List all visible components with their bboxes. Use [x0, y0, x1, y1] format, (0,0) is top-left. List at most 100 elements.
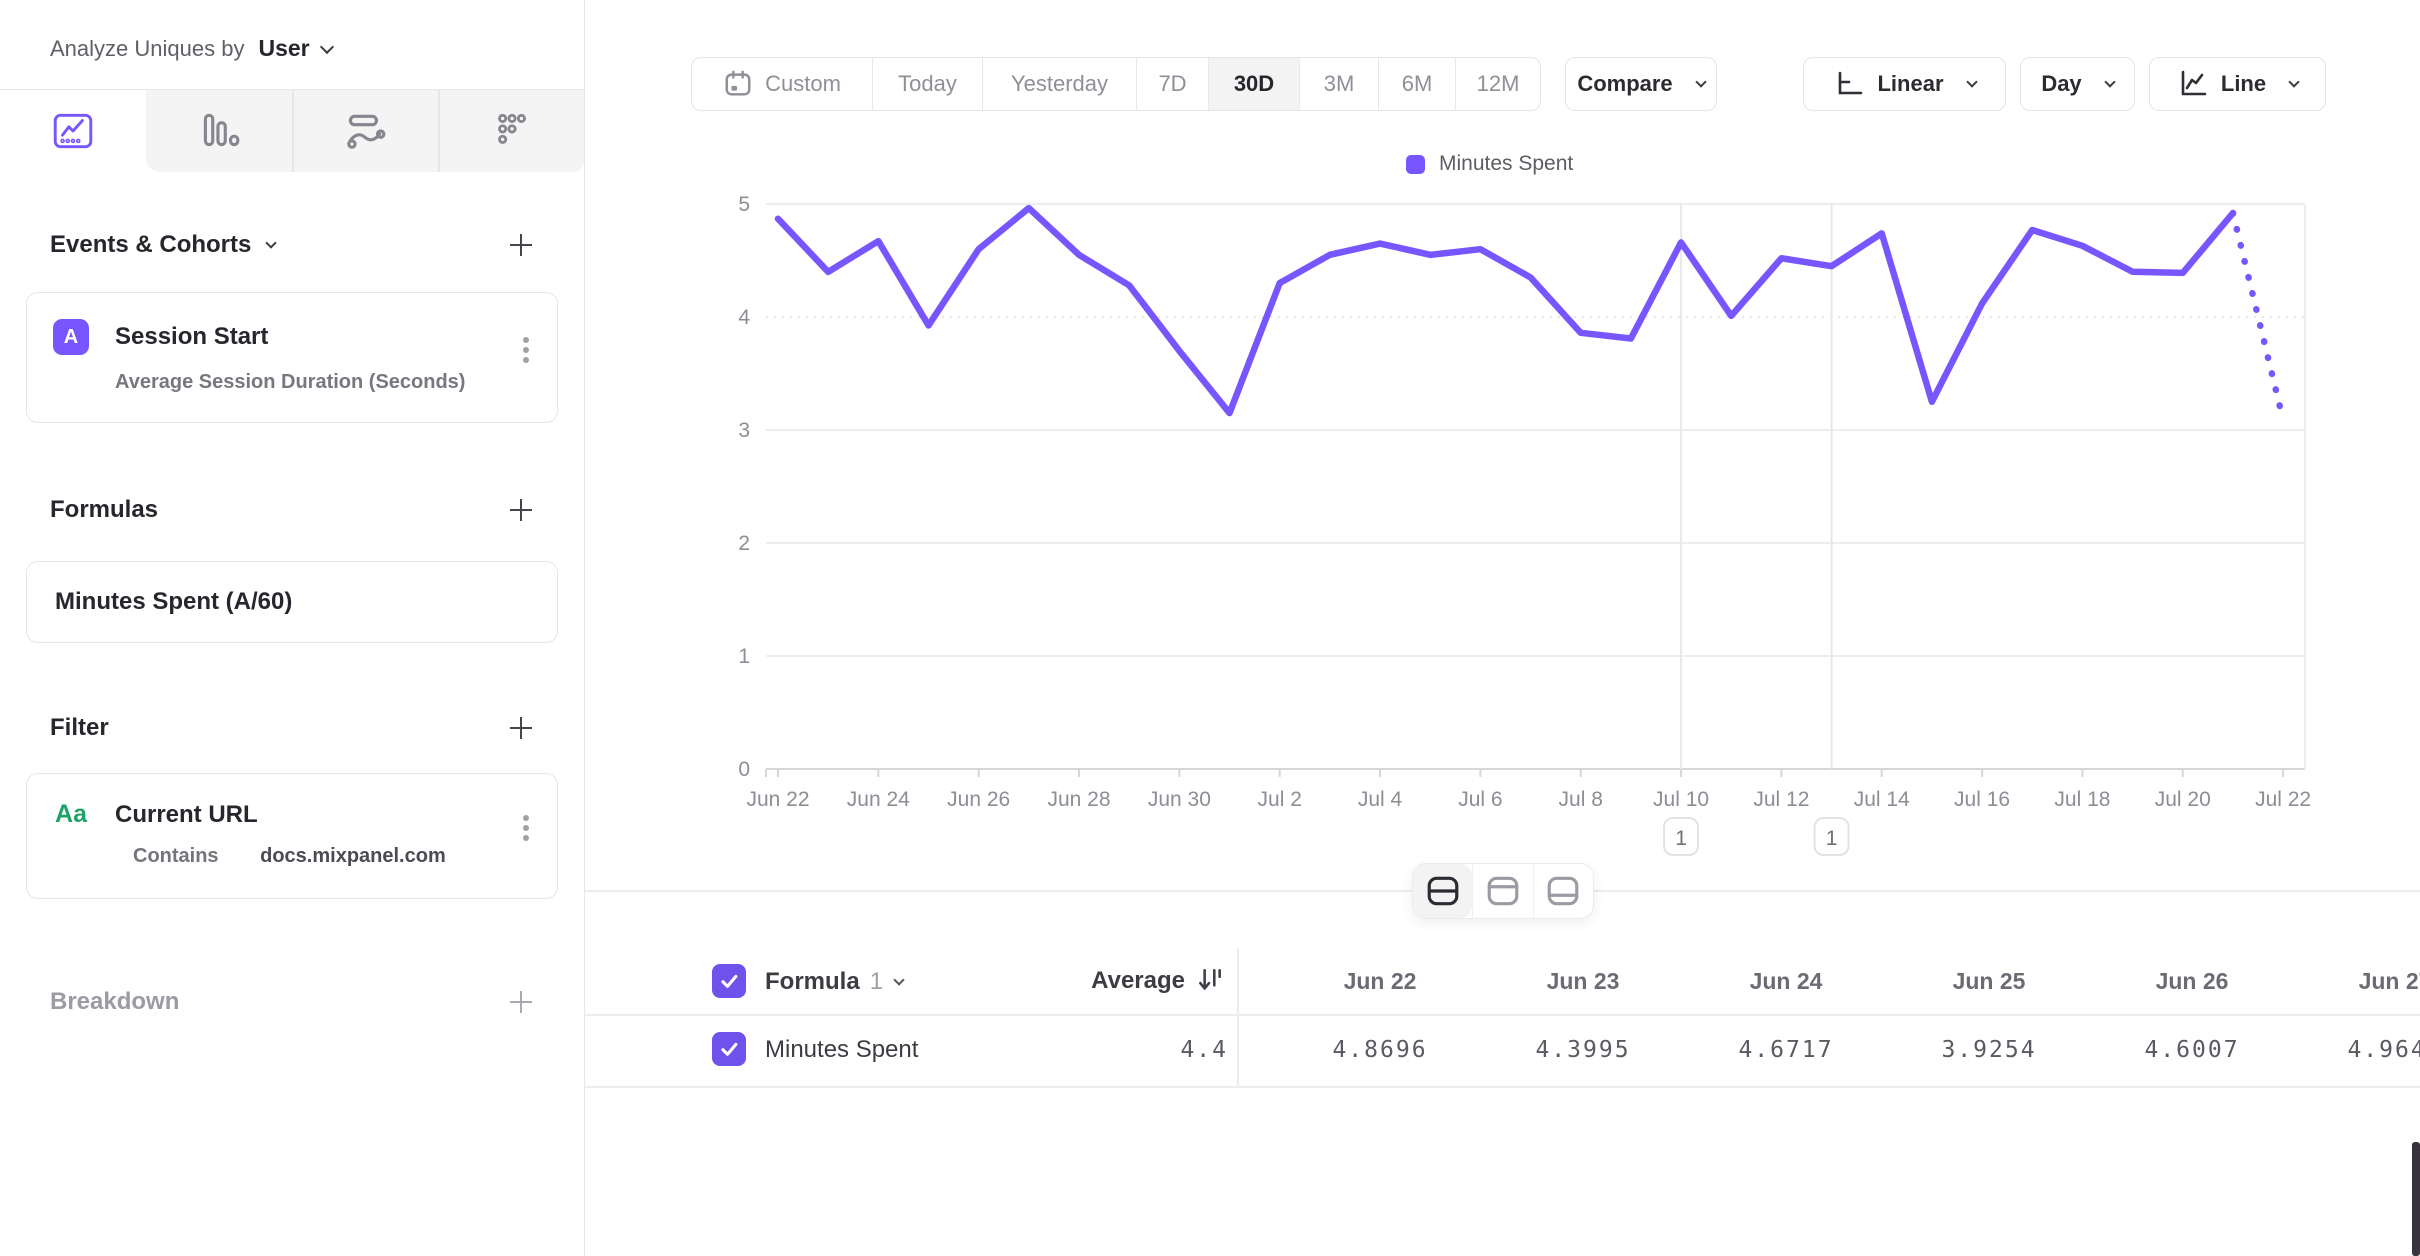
table-column-divider: [1237, 948, 1239, 1086]
x-tick-label: Jul 8: [1559, 788, 1603, 811]
breakdown-title: Breakdown: [50, 988, 179, 1016]
layout-split-button[interactable]: [1413, 864, 1472, 918]
chevron-down-icon[interactable]: [266, 237, 277, 248]
x-tick-label: Jun 28: [1047, 788, 1110, 811]
chart-type-tabstrip: [0, 90, 584, 172]
x-tick-label: Jul 18: [2054, 788, 2110, 811]
events-cohorts-title: Events & Cohorts: [50, 231, 251, 259]
filter-property-name: Current URL: [115, 801, 258, 829]
line-chart-icon: [50, 108, 96, 154]
formula-group-label: Formula: [765, 968, 860, 996]
sort-icon: [1195, 966, 1225, 996]
sidebar: Analyze Uniques by User: [0, 0, 585, 1256]
formulas-title: Formulas: [50, 496, 158, 524]
x-tick-label: Jul 22: [2255, 788, 2311, 811]
top-bar-view-icon: [1485, 875, 1521, 907]
layout-toggle: [1412, 863, 1594, 919]
event-card[interactable]: A Session Start Average Session Duration…: [26, 292, 558, 423]
series-checkbox[interactable]: [712, 1032, 746, 1066]
y-tick-label: 2: [738, 532, 750, 555]
add-formula-button[interactable]: [506, 495, 536, 525]
cell-value: 4.8696: [1295, 1037, 1465, 1063]
x-tick-label: Jul 4: [1358, 788, 1403, 811]
x-tick-label: Jul 20: [2155, 788, 2211, 811]
add-filter-button[interactable]: [506, 713, 536, 743]
event-aggregation[interactable]: Average Session Duration (Seconds): [27, 355, 557, 422]
more-options-icon[interactable]: [523, 815, 529, 821]
analyze-uniques-bar: Analyze Uniques by User: [0, 0, 584, 90]
filter-operator[interactable]: Contains: [133, 845, 219, 867]
formula-group-number: 1: [870, 968, 883, 996]
tab-insights-line[interactable]: [0, 90, 146, 172]
bar-chart-icon: [196, 108, 242, 154]
table-row-divider: [585, 1086, 2420, 1088]
mixpanel-insights-app: Analyze Uniques by User: [0, 0, 2420, 1256]
x-tick-label: Jun 22: [746, 788, 809, 811]
split-view-icon: [1425, 875, 1461, 907]
column-header-jun-22[interactable]: Jun 22: [1295, 968, 1465, 995]
bottom-bar-view-icon: [1545, 875, 1581, 907]
filter-value[interactable]: docs.mixpanel.com: [260, 845, 446, 867]
y-tick-label: 4: [738, 306, 750, 329]
column-header-jun-26[interactable]: Jun 26: [2107, 968, 2277, 995]
flows-icon: [342, 108, 388, 154]
vertical-scrollbar-thumb[interactable]: [2412, 1142, 2420, 1256]
series-line: [778, 208, 2233, 413]
check-icon: [716, 968, 742, 994]
chevron-down-icon: [893, 974, 904, 985]
y-tick-label: 3: [738, 419, 750, 442]
add-breakdown-button[interactable]: [506, 987, 536, 1017]
tab-flows[interactable]: [292, 90, 438, 172]
table-row-divider: [585, 1014, 2420, 1016]
column-header-jun-24[interactable]: Jun 24: [1701, 968, 1871, 995]
formula-card[interactable]: Minutes Spent (A/60): [26, 561, 558, 643]
event-name: Session Start: [115, 323, 268, 351]
average-column-header[interactable]: Average: [985, 966, 1225, 996]
more-options-icon[interactable]: [523, 337, 529, 343]
x-tick-label: Jul 12: [1753, 788, 1809, 811]
formulas-header: Formulas: [50, 495, 536, 525]
cell-value: 4.6007: [2107, 1037, 2277, 1063]
column-header-jun-25[interactable]: Jun 25: [1904, 968, 2074, 995]
formula-name: Minutes Spent (A/60): [55, 588, 292, 615]
x-tick-label: Jun 24: [847, 788, 910, 811]
tab-retention[interactable]: [438, 90, 584, 172]
x-tick-label: Jun 26: [947, 788, 1010, 811]
x-tick-label: Jul 14: [1854, 788, 1910, 811]
annotation-badge-label: 1: [1826, 827, 1838, 850]
cell-value: 3.9254: [1904, 1037, 2074, 1063]
series-row-label[interactable]: Minutes Spent: [765, 1036, 918, 1064]
x-tick-label: Jun 30: [1148, 788, 1211, 811]
formula-group-checkbox[interactable]: [712, 964, 746, 998]
annotation-badge-label: 1: [1675, 827, 1687, 850]
breakdown-header: Breakdown: [50, 987, 536, 1017]
x-tick-label: Jul 10: [1653, 788, 1709, 811]
event-letter-badge: A: [53, 319, 89, 355]
filter-card[interactable]: Aa Current URL Contains docs.mixpanel.co…: [26, 773, 558, 899]
uniques-by-dropdown[interactable]: User: [258, 35, 331, 62]
filter-title: Filter: [50, 714, 109, 742]
y-tick-label: 5: [738, 193, 750, 216]
uniques-by-value: User: [258, 35, 309, 62]
column-header-jun-27[interactable]: Jun 27: [2310, 968, 2420, 995]
tab-bar-chart[interactable]: [146, 90, 292, 172]
series-line-incomplete-dotted: [2233, 213, 2283, 420]
layout-chart-only-button[interactable]: [1472, 864, 1532, 918]
cell-value: 4.9640: [2310, 1037, 2420, 1063]
filter-header: Filter: [50, 713, 536, 743]
column-header-jun-23[interactable]: Jun 23: [1498, 968, 1668, 995]
chevron-down-icon: [320, 39, 334, 53]
retention-grid-icon: [488, 108, 534, 154]
y-tick-label: 1: [738, 645, 750, 668]
add-event-button[interactable]: [506, 230, 536, 260]
x-tick-label: Jul 2: [1258, 788, 1302, 811]
line-chart[interactable]: 012345Jun 22Jun 24Jun 26Jun 28Jun 30Jul …: [585, 0, 2420, 1256]
series-average-value: 4.4: [1015, 1037, 1228, 1063]
cell-value: 4.6717: [1701, 1037, 1871, 1063]
check-icon: [716, 1036, 742, 1062]
layout-table-only-button[interactable]: [1533, 864, 1593, 918]
events-cohorts-header: Events & Cohorts: [50, 230, 536, 260]
formula-group-header[interactable]: Formula 1: [765, 968, 903, 996]
report-main: CustomTodayYesterday7D30D3M6M12M Compare…: [585, 0, 2420, 1256]
string-property-icon: Aa: [53, 800, 89, 829]
